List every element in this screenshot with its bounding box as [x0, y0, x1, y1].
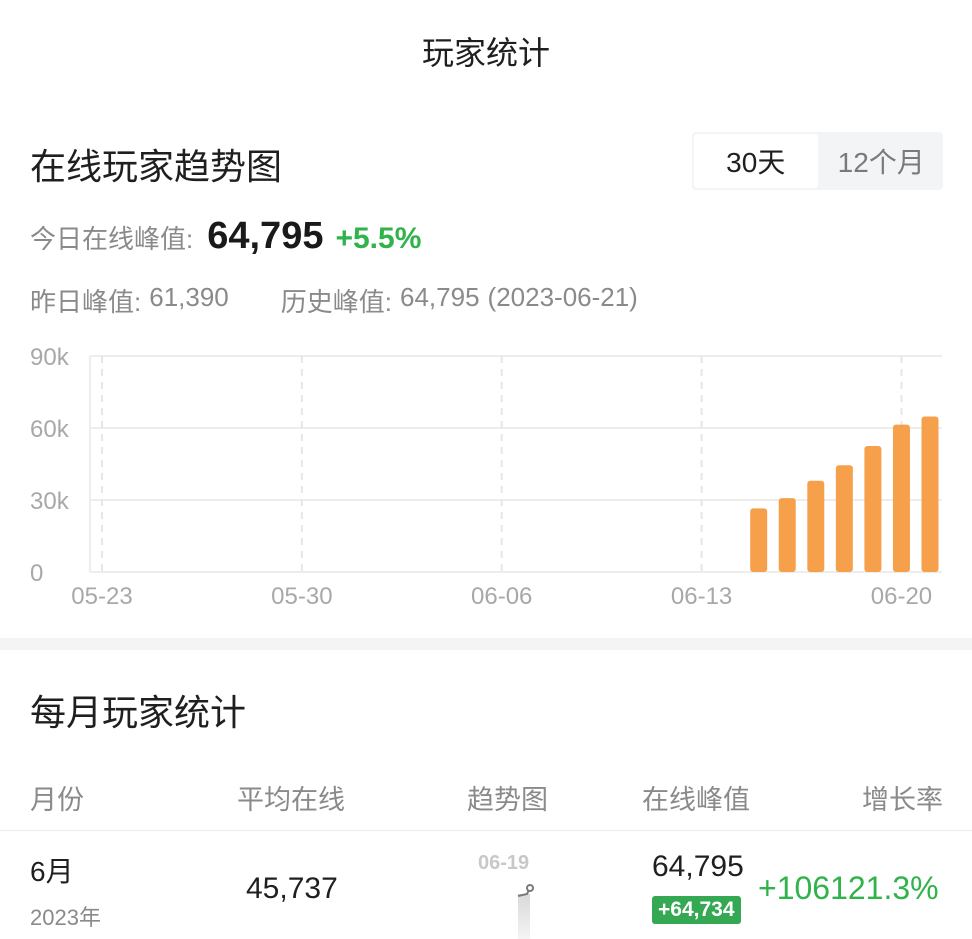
online-trend-chart: 0 30k 60k 90k 05-23 05-30 06-06 06-13 06-20 [30, 344, 942, 610]
col-growth-header: 增长率 [862, 785, 943, 815]
y-tick-label: 90k [30, 344, 70, 371]
table-row[interactable]: 6月 2023年 45,737 06-19 64,795 +64,734 +10… [0, 832, 972, 939]
row-peak-delta-badge: +64,734 [652, 896, 741, 924]
tab-12-months[interactable]: 12个月 [820, 132, 944, 190]
chart-bar [750, 508, 768, 572]
y-tick-label: 0 [30, 560, 43, 587]
alltime-peak-value: 64,795 [400, 282, 480, 312]
history-row: 昨日峰值: 61,390 历史峰值: 64,795 (2023-06-21) [30, 282, 638, 319]
alltime-peak-date: (2023-06-21) [487, 282, 638, 312]
range-switch: 30天 12个月 [692, 132, 943, 190]
today-peak-label: 今日在线峰值: [30, 224, 194, 254]
chart-bar [778, 498, 796, 572]
section-divider [0, 638, 972, 650]
monthly-table-header: 月份 平均在线 趋势图 在线峰值 增长率 [0, 770, 972, 820]
chart-bar [835, 465, 853, 572]
y-tick-label: 60k [30, 416, 70, 443]
yesterday-peak-value: 61,390 [149, 282, 229, 312]
monthly-section-title: 每月玩家统计 [30, 692, 247, 733]
header-divider [0, 830, 972, 831]
trend-section-title: 在线玩家趋势图 [30, 146, 283, 187]
chart-bar [864, 446, 882, 572]
x-tick-label: 06-20 [871, 583, 932, 610]
yesterday-peak-label: 昨日峰值: [30, 287, 142, 317]
chart-bar [807, 480, 825, 572]
x-tick-label: 05-23 [71, 583, 132, 610]
col-month-header: 月份 [30, 785, 84, 815]
x-tick-label: 06-06 [471, 583, 532, 610]
row-year: 2023年 [30, 905, 101, 930]
row-growth: +106121.3% [758, 870, 939, 906]
sparkline-date: 06-19 [478, 852, 530, 874]
x-tick-label: 05-30 [271, 583, 332, 610]
chart-bar [921, 416, 939, 572]
alltime-peak-label: 历史峰值: [280, 287, 392, 317]
sparkline [517, 884, 534, 939]
tab-30-days[interactable]: 30天 [694, 134, 818, 188]
chart-bar [892, 424, 910, 572]
col-avg-header: 平均在线 [237, 785, 345, 815]
today-peak-change: +5.5% [335, 222, 422, 255]
x-tick-label: 06-13 [671, 583, 732, 610]
today-peak-value: 64,795 [207, 215, 324, 257]
col-trend-header: 趋势图 [467, 785, 548, 815]
y-tick-label: 30k [30, 488, 70, 515]
page-title: 玩家统计 [421, 35, 550, 71]
today-peak-row: 今日在线峰值: 64,795 +5.5% [30, 215, 421, 258]
col-peak-header: 在线峰值 [642, 785, 750, 815]
row-avg-online: 45,737 [246, 872, 338, 905]
row-month: 6月 [30, 856, 74, 887]
row-peak: 64,795 [652, 850, 744, 883]
